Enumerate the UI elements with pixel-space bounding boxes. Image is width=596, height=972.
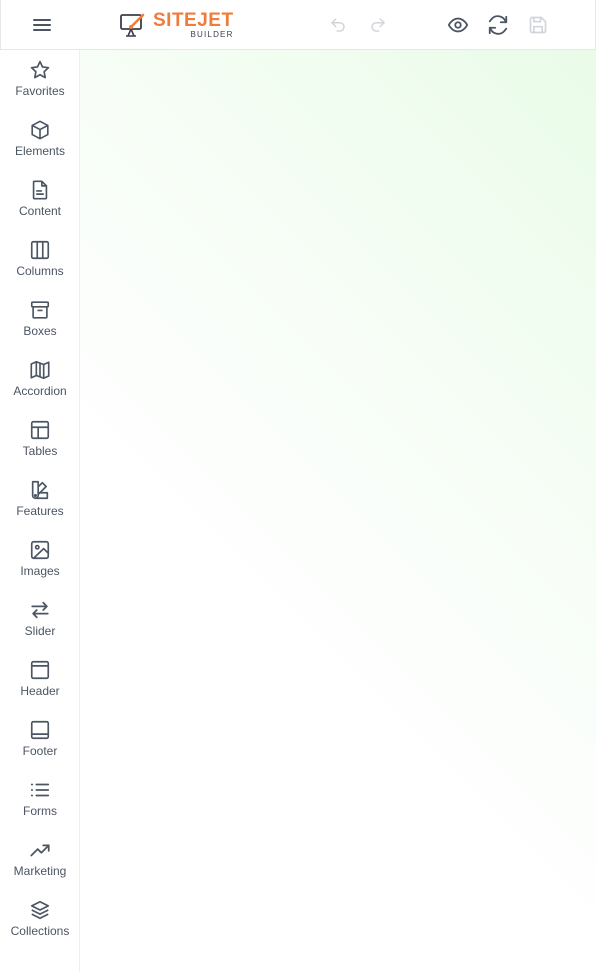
element-sidebar: Favorites Elements Content Columns Boxes… [0, 50, 80, 972]
swatch-icon [29, 479, 51, 501]
sidebar-item-label: Elements [14, 144, 66, 158]
sidebar-item-marketing[interactable]: Marketing [0, 830, 80, 890]
sidebar-item-label: Collections [10, 924, 70, 938]
archive-box-icon [29, 299, 51, 321]
sidebar-item-label: Header [20, 684, 60, 698]
sidebar-item-collections[interactable]: Collections [0, 890, 80, 950]
sidebar-item-forms[interactable]: Forms [0, 770, 80, 830]
document-icon [29, 179, 51, 201]
image-icon [29, 539, 51, 561]
sidebar-item-label: Columns [16, 264, 64, 278]
sidebar-item-label: Footer [22, 744, 58, 758]
sidebar-item-label: Tables [22, 444, 58, 458]
sidebar-item-label: Marketing [13, 864, 67, 878]
star-icon [29, 59, 51, 81]
stack-layers-icon [29, 899, 51, 921]
footer-layout-icon [29, 719, 51, 741]
sidebar-item-content[interactable]: Content [0, 170, 80, 230]
header-layout-icon [29, 659, 51, 681]
top-toolbar: SITEJET BUILDER [0, 0, 596, 50]
map-fold-icon [29, 359, 51, 381]
sidebar-item-header[interactable]: Header [0, 650, 80, 710]
sidebar-item-label: Accordion [13, 384, 67, 398]
redo-button[interactable] [365, 12, 391, 38]
refresh-icon [488, 15, 508, 35]
sidebar-item-favorites[interactable]: Favorites [0, 50, 80, 110]
sidebar-item-footer[interactable]: Footer [0, 710, 80, 770]
sidebar-item-label: Favorites [15, 84, 65, 98]
cube-icon [29, 119, 51, 141]
logo-subtext: BUILDER [190, 30, 234, 39]
columns-icon [29, 239, 51, 261]
save-button[interactable] [525, 12, 551, 38]
menu-button[interactable] [23, 10, 61, 40]
save-icon [529, 16, 547, 34]
sidebar-item-slider[interactable]: Slider [0, 590, 80, 650]
sidebar-item-label: Boxes [23, 324, 57, 338]
sidebar-item-columns[interactable]: Columns [0, 230, 80, 290]
undo-button[interactable] [325, 12, 351, 38]
arrows-exchange-icon [29, 599, 51, 621]
sidebar-item-label: Forms [23, 804, 57, 818]
preview-button[interactable] [445, 12, 471, 38]
table-layout-icon [29, 419, 51, 441]
trending-up-icon [29, 839, 51, 861]
sidebar-item-label: Images [20, 564, 60, 578]
logo-text: SITEJET [153, 10, 234, 31]
list-lines-icon [29, 779, 51, 801]
sidebar-item-label: Content [18, 204, 62, 218]
eye-icon [447, 17, 469, 33]
sidebar-item-label: Slider [24, 624, 56, 638]
app-logo: SITEJET BUILDER [119, 10, 234, 40]
redo-icon [371, 18, 385, 32]
sidebar-item-label: Features [16, 504, 64, 518]
hamburger-icon [33, 19, 51, 31]
refresh-button[interactable] [485, 12, 511, 38]
sidebar-item-accordion[interactable]: Accordion [0, 350, 80, 410]
undo-icon [331, 18, 345, 32]
monitor-brush-logo-icon [120, 13, 145, 37]
editor-canvas[interactable] [80, 50, 596, 972]
sidebar-item-images[interactable]: Images [0, 530, 80, 590]
sidebar-item-tables[interactable]: Tables [0, 410, 80, 470]
sidebar-item-elements[interactable]: Elements [0, 110, 80, 170]
sidebar-item-boxes[interactable]: Boxes [0, 290, 80, 350]
sidebar-item-features[interactable]: Features [0, 470, 80, 530]
